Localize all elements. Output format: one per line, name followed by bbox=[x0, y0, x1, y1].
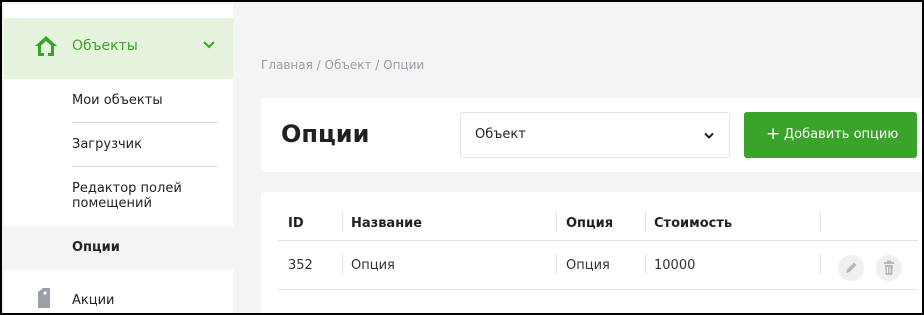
add-option-button[interactable]: + Добавить опцию bbox=[744, 112, 917, 158]
delete-button[interactable] bbox=[876, 255, 902, 281]
column-header-name: Название bbox=[351, 216, 423, 231]
chevron-down-icon bbox=[704, 132, 714, 139]
column-divider bbox=[342, 212, 343, 232]
sidebar-item-loader[interactable]: Загрузчик bbox=[72, 137, 218, 152]
options-table-card bbox=[261, 192, 922, 313]
column-header-option: Опция bbox=[566, 216, 614, 231]
chevron-down-icon[interactable] bbox=[202, 38, 216, 52]
sidebar-item-my-objects[interactable]: Мои объекты bbox=[72, 93, 218, 108]
table-cell-option: Опция bbox=[566, 258, 610, 273]
plus-icon: + bbox=[766, 124, 781, 144]
sidebar-section-objects[interactable]: Объекты bbox=[4, 18, 233, 79]
app-window: Объекты Мои объекты Загрузчик Редактор п… bbox=[0, 0, 924, 315]
column-divider bbox=[645, 254, 646, 274]
sidebar: Объекты Мои объекты Загрузчик Редактор п… bbox=[4, 4, 233, 313]
column-divider bbox=[645, 212, 646, 232]
object-select[interactable]: Объект bbox=[460, 112, 730, 158]
column-divider bbox=[820, 254, 821, 274]
column-header-price: Стоимость bbox=[654, 216, 733, 231]
sidebar-divider bbox=[72, 122, 218, 123]
sidebar-item-field-editor[interactable]: Редактор полей помещений bbox=[72, 181, 218, 211]
table-cell-name: Опция bbox=[351, 258, 395, 273]
house-icon bbox=[35, 36, 57, 56]
sidebar-item-options[interactable]: Опции bbox=[4, 226, 233, 270]
page-title: Опции bbox=[281, 120, 370, 148]
breadcrumb[interactable]: Главная / Объект / Опции bbox=[261, 58, 424, 72]
table-header-divider bbox=[278, 240, 918, 241]
table-cell-id: 352 bbox=[288, 258, 313, 273]
column-divider bbox=[556, 254, 557, 274]
column-divider bbox=[820, 212, 821, 232]
sidebar-section-label: Объекты bbox=[72, 38, 138, 54]
pencil-icon bbox=[846, 262, 857, 273]
column-divider bbox=[556, 212, 557, 232]
edit-button[interactable] bbox=[838, 255, 864, 281]
sidebar-divider bbox=[72, 166, 218, 167]
table-cell-price: 10000 bbox=[654, 258, 696, 273]
tag-icon bbox=[38, 288, 50, 308]
trash-icon bbox=[884, 260, 894, 275]
object-select-value: Объект bbox=[475, 127, 526, 142]
column-header-id: ID bbox=[288, 216, 304, 231]
column-divider bbox=[342, 254, 343, 274]
table-row-divider bbox=[278, 289, 918, 290]
add-option-label: Добавить опцию bbox=[784, 127, 899, 142]
sidebar-item-promotions[interactable]: Акции bbox=[72, 293, 115, 308]
